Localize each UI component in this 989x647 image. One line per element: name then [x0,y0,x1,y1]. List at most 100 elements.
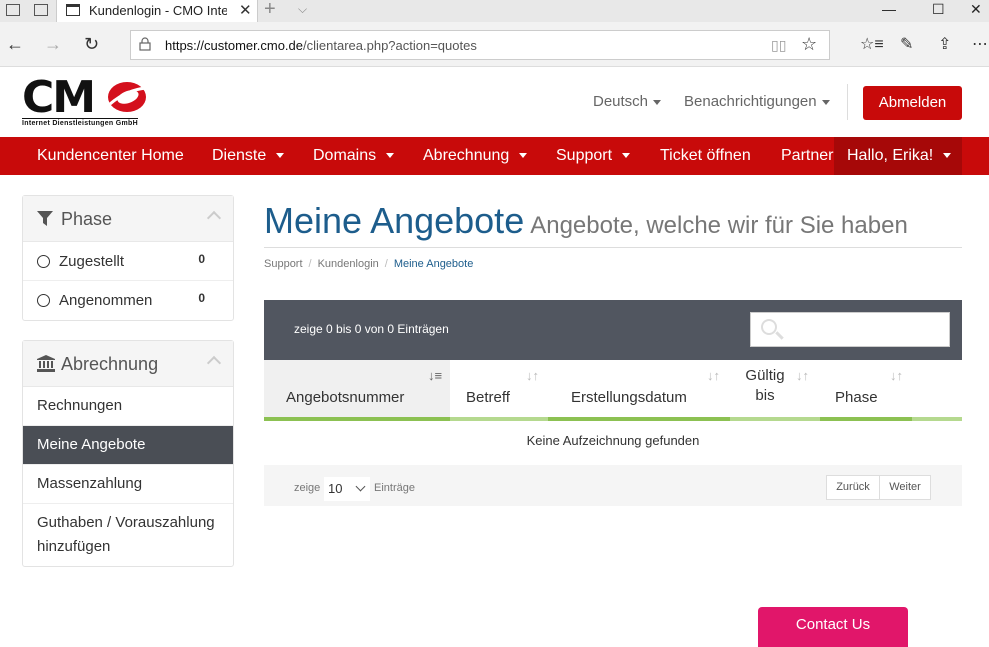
column-label: Gültig bis [745,367,785,404]
column-phase[interactable]: Phase ↓↑ [820,360,962,418]
prev-page-button[interactable]: Zurück [826,475,880,500]
phase-count: 0 [198,252,205,266]
column-underline [730,417,820,421]
breadcrumb-kundenlogin[interactable]: Kundenlogin [318,258,379,270]
caret-down-icon [622,153,631,159]
close-tab-icon[interactable]: ✕ [239,1,252,19]
phase-label: Angenommen [59,292,153,309]
sort-icon: ↓↑ [526,368,539,383]
tab-preview-icon[interactable] [6,4,20,16]
refresh-icon[interactable]: ↻ [84,34,99,55]
caret-down-icon [519,153,528,159]
maximize-icon[interactable]: ☐ [932,1,945,18]
main-navigation: Kundencenter Home Dienste Domains Abrech… [0,137,989,175]
column-label: Betreff [466,389,510,406]
next-page-button[interactable]: Weiter [879,475,931,500]
nav-dienste[interactable]: Dienste [212,137,285,175]
search-icon [761,319,777,335]
nav-domains[interactable]: Domains [313,137,395,175]
url-text: https://customer.cmo.de/clientarea.php?a… [165,38,477,53]
column-angebotsnummer[interactable]: Angebotsnummer ↓≡ [264,360,450,418]
column-erstellungsdatum[interactable]: Erstellungsdatum ↓↑ [548,360,730,418]
title-divider [264,247,962,248]
reading-view-icon[interactable]: ▯▯ [771,37,786,54]
column-underline [548,417,730,421]
page-subtitle: Angebote, welche wir für Sie haben [530,212,908,239]
cmo-logo[interactable]: CM Internet Dienstleistungen GmbH [22,72,152,128]
column-underline [820,417,912,421]
table-search-input[interactable] [750,312,950,347]
sort-desc-icon: ↓≡ [428,368,443,383]
nav-partner[interactable]: Partner [781,137,833,175]
page-title: Meine Angebote Angebote, welche wir für S… [264,200,908,241]
new-tab-icon[interactable]: + [264,0,276,21]
address-toolbar: ← → ↻ https://customer.cmo.de/clientarea… [0,22,989,67]
nav-ticket[interactable]: Ticket öffnen [660,137,751,175]
breadcrumb-support[interactable]: Support [264,258,303,270]
page-size-select[interactable]: 10 [324,477,370,501]
column-underline [912,417,962,421]
radio-icon [37,255,50,268]
favorite-star-icon[interactable]: ☆ [801,34,817,55]
more-icon[interactable]: ⋯ [972,34,988,54]
table-info: zeige 0 bis 0 von 0 Einträgen [294,322,449,336]
lock-icon [139,37,151,51]
nav-support[interactable]: Support [556,137,631,175]
user-menu[interactable]: Hallo, Erika! [834,137,962,175]
collapse-chevron-icon[interactable] [206,355,222,371]
column-gueltig-bis[interactable]: Gültig bis ↓↑ [730,360,820,418]
window-close-icon[interactable]: ✕ [970,1,982,18]
empty-table-message: Keine Aufzeichnung gefunden [526,433,700,448]
filter-icon [37,211,53,226]
column-betreff[interactable]: Betreff ↓↑ [450,360,548,418]
caret-down-icon [276,153,285,159]
phase-filter-zugestellt[interactable]: Zugestellt 0 [23,242,233,281]
nav-abrechnung[interactable]: Abrechnung [423,137,528,175]
sidebar-item-rechnungen[interactable]: Rechnungen [23,387,233,426]
phase-panel: Phase Zugestellt 0 Angenommen 0 [22,195,234,321]
collapse-chevron-icon[interactable] [206,210,222,226]
caret-down-icon [821,99,830,105]
contact-us-button[interactable]: Contact Us [758,607,908,647]
browser-tab-bar: Kundenlogin - CMO Internet ✕ + ⌵ — ☐ ✕ [0,0,989,22]
language-dropdown[interactable]: Deutsch [593,93,662,110]
billing-title: Abrechnung [61,354,159,374]
share-icon[interactable]: ⇪ [938,34,951,54]
radio-icon [37,294,50,307]
favorites-hub-icon[interactable]: ☆≡ [860,34,884,54]
logout-button[interactable]: Abmelden [863,86,962,120]
sort-icon: ↓↑ [707,368,720,383]
table-footer: zeige 10 Einträge Zurück Weiter [264,465,962,506]
notifications-dropdown[interactable]: Benachrichtigungen [684,93,830,110]
sidebar-item-meine-angebote[interactable]: Meine Angebote [23,426,233,465]
phase-label: Zugestellt [59,253,125,270]
back-icon[interactable]: ← [6,34,24,55]
tab-title: Kundenlogin - CMO Internet [89,3,227,18]
page-icon [66,4,80,16]
column-label: Phase [835,389,878,406]
nav-home[interactable]: Kundencenter Home [37,137,184,175]
entries-label: Einträge [374,482,415,494]
logo-swoosh-icon [108,82,147,112]
logo-text: CM [22,72,96,123]
phase-filter-angenommen[interactable]: Angenommen 0 [23,281,233,320]
sort-icon: ↓↑ [890,368,903,383]
header-divider [847,84,848,120]
forward-icon[interactable]: → [44,34,62,55]
pen-icon[interactable]: ✎ [900,34,913,54]
tab-aside-icon[interactable] [34,4,48,16]
phase-panel-header[interactable]: Phase [23,196,233,242]
sidebar-item-guthaben[interactable]: Guthaben / Vorauszahlung hinzufügen [23,504,233,566]
column-label: Erstellungsdatum [571,389,687,406]
chevron-down-icon [355,481,366,492]
address-field[interactable]: https://customer.cmo.de/clientarea.php?a… [130,30,830,60]
sidebar-item-massenzahlung[interactable]: Massenzahlung [23,465,233,504]
logo-subtitle: Internet Dienstleistungen GmbH [22,118,138,127]
browser-tab[interactable]: Kundenlogin - CMO Internet ✕ [56,0,258,22]
minimize-icon[interactable]: — [882,1,896,17]
tab-list-chevron-icon[interactable]: ⌵ [298,2,307,17]
billing-panel-header[interactable]: Abrechnung [23,341,233,387]
breadcrumb-current: Meine Angebote [393,258,474,270]
caret-down-icon [653,99,662,105]
sort-icon: ↓↑ [796,368,809,383]
